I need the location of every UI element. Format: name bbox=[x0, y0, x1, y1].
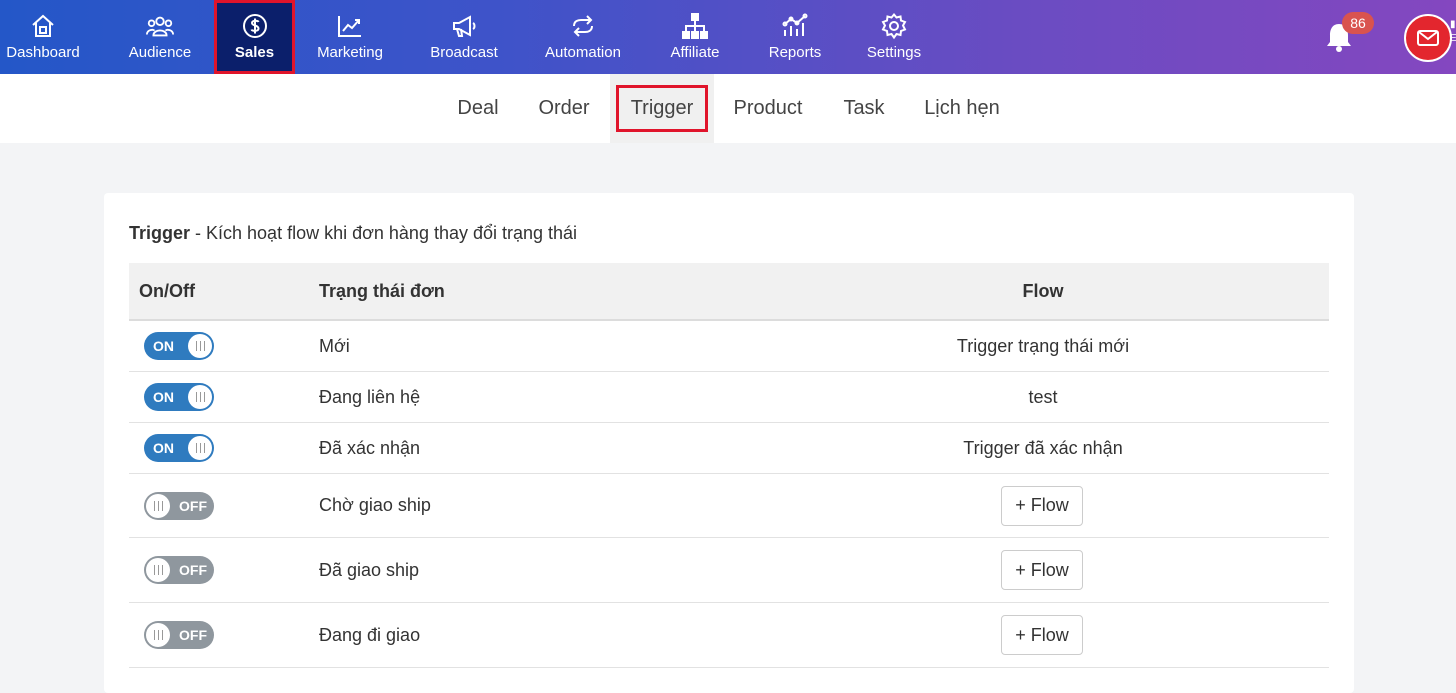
status-cell: Đang đi giao bbox=[319, 624, 421, 645]
nav-audience[interactable]: Audience bbox=[120, 0, 200, 74]
toggle-knob bbox=[188, 385, 212, 409]
toggle-switch[interactable]: ON bbox=[144, 383, 214, 411]
tab-deal[interactable]: Deal bbox=[450, 74, 506, 143]
user-name-truncated: ▮ E bbox=[1450, 19, 1456, 44]
toggle-knob bbox=[188, 436, 212, 460]
tab-product[interactable]: Product bbox=[726, 74, 810, 143]
toggle-switch[interactable]: ON bbox=[144, 434, 214, 462]
nav-dashboard[interactable]: Dashboard bbox=[0, 0, 86, 74]
table-row: OFF Đang đi giao + Flow bbox=[129, 603, 1329, 668]
trigger-table: On/Off Trạng thái đơn Flow ON Mới Trigge… bbox=[129, 263, 1329, 668]
tab-task[interactable]: Task bbox=[836, 74, 892, 143]
toggle-knob bbox=[146, 623, 170, 647]
add-flow-button[interactable]: + Flow bbox=[1001, 485, 1083, 526]
tab-lich-hen[interactable]: Lịch hẹn bbox=[916, 74, 1008, 143]
table-row: ON Mới Trigger trạng thái mới bbox=[129, 321, 1329, 372]
toggle-switch[interactable]: OFF bbox=[144, 491, 214, 520]
status-cell: Đã giao ship bbox=[319, 559, 420, 580]
dollar-icon bbox=[240, 12, 270, 40]
table-header: On/Off Trạng thái đơn Flow bbox=[129, 263, 1329, 321]
table-row: OFF Chờ giao ship + Flow bbox=[129, 474, 1329, 538]
header-status: Trạng thái đơn bbox=[319, 280, 445, 301]
flow-name[interactable]: Trigger đã xác nhận bbox=[843, 423, 1243, 473]
sub-navigation: Deal Order Trigger Product Task Lịch hẹn bbox=[0, 74, 1456, 143]
repeat-icon bbox=[568, 12, 598, 40]
flow-name[interactable]: Trigger trạng thái mới bbox=[843, 321, 1243, 371]
toggle-knob bbox=[188, 334, 212, 358]
users-icon bbox=[145, 12, 175, 40]
nav-affiliate[interactable]: Affiliate bbox=[664, 0, 726, 74]
trigger-card: Trigger - Kích hoạt flow khi đơn hàng th… bbox=[104, 193, 1354, 693]
add-flow-button[interactable]: + Flow bbox=[1001, 550, 1083, 590]
card-title: Trigger - Kích hoạt flow khi đơn hàng th… bbox=[129, 223, 578, 243]
table-row: OFF Đã giao ship + Flow bbox=[129, 538, 1329, 603]
toggle-knob bbox=[146, 493, 170, 518]
toggle-switch[interactable]: ON bbox=[144, 332, 214, 360]
status-cell: Đang liên hệ bbox=[319, 386, 421, 407]
tab-order[interactable]: Order bbox=[530, 74, 598, 143]
header-on-off: On/Off bbox=[139, 280, 195, 301]
top-navigation: Dashboard Audience Sales Marketing Broad… bbox=[0, 0, 1456, 74]
nav-broadcast[interactable]: Broadcast bbox=[425, 0, 503, 74]
add-flow-button[interactable]: + Flow bbox=[1001, 615, 1083, 655]
flow-name[interactable]: test bbox=[843, 372, 1243, 422]
notification-count-badge: 86 bbox=[1342, 12, 1374, 34]
chart-up-icon bbox=[335, 12, 365, 40]
gear-icon bbox=[879, 12, 909, 40]
nav-automation[interactable]: Automation bbox=[538, 0, 628, 74]
hierarchy-icon bbox=[680, 12, 710, 40]
avatar[interactable] bbox=[1404, 14, 1452, 62]
nav-settings[interactable]: Settings bbox=[862, 0, 926, 74]
nav-marketing[interactable]: Marketing bbox=[312, 0, 388, 74]
toggle-knob bbox=[146, 558, 170, 582]
header-flow: Flow bbox=[1022, 280, 1064, 301]
table-row: ON Đã xác nhận Trigger đã xác nhận bbox=[129, 423, 1329, 474]
home-icon bbox=[28, 12, 58, 40]
table-row: ON Đang liên hệ test bbox=[129, 372, 1329, 423]
toggle-switch[interactable]: OFF bbox=[144, 556, 214, 584]
toggle-switch[interactable]: OFF bbox=[144, 621, 214, 649]
tab-trigger[interactable]: Trigger bbox=[610, 74, 714, 143]
status-cell: Mới bbox=[319, 335, 350, 356]
mail-icon bbox=[1417, 30, 1439, 46]
reports-icon bbox=[780, 12, 810, 40]
nav-reports[interactable]: Reports bbox=[764, 0, 826, 74]
status-cell: Chờ giao ship bbox=[319, 495, 431, 515]
nav-sales[interactable]: Sales bbox=[214, 0, 295, 74]
megaphone-icon bbox=[449, 12, 479, 40]
status-cell: Đã xác nhận bbox=[319, 437, 421, 458]
